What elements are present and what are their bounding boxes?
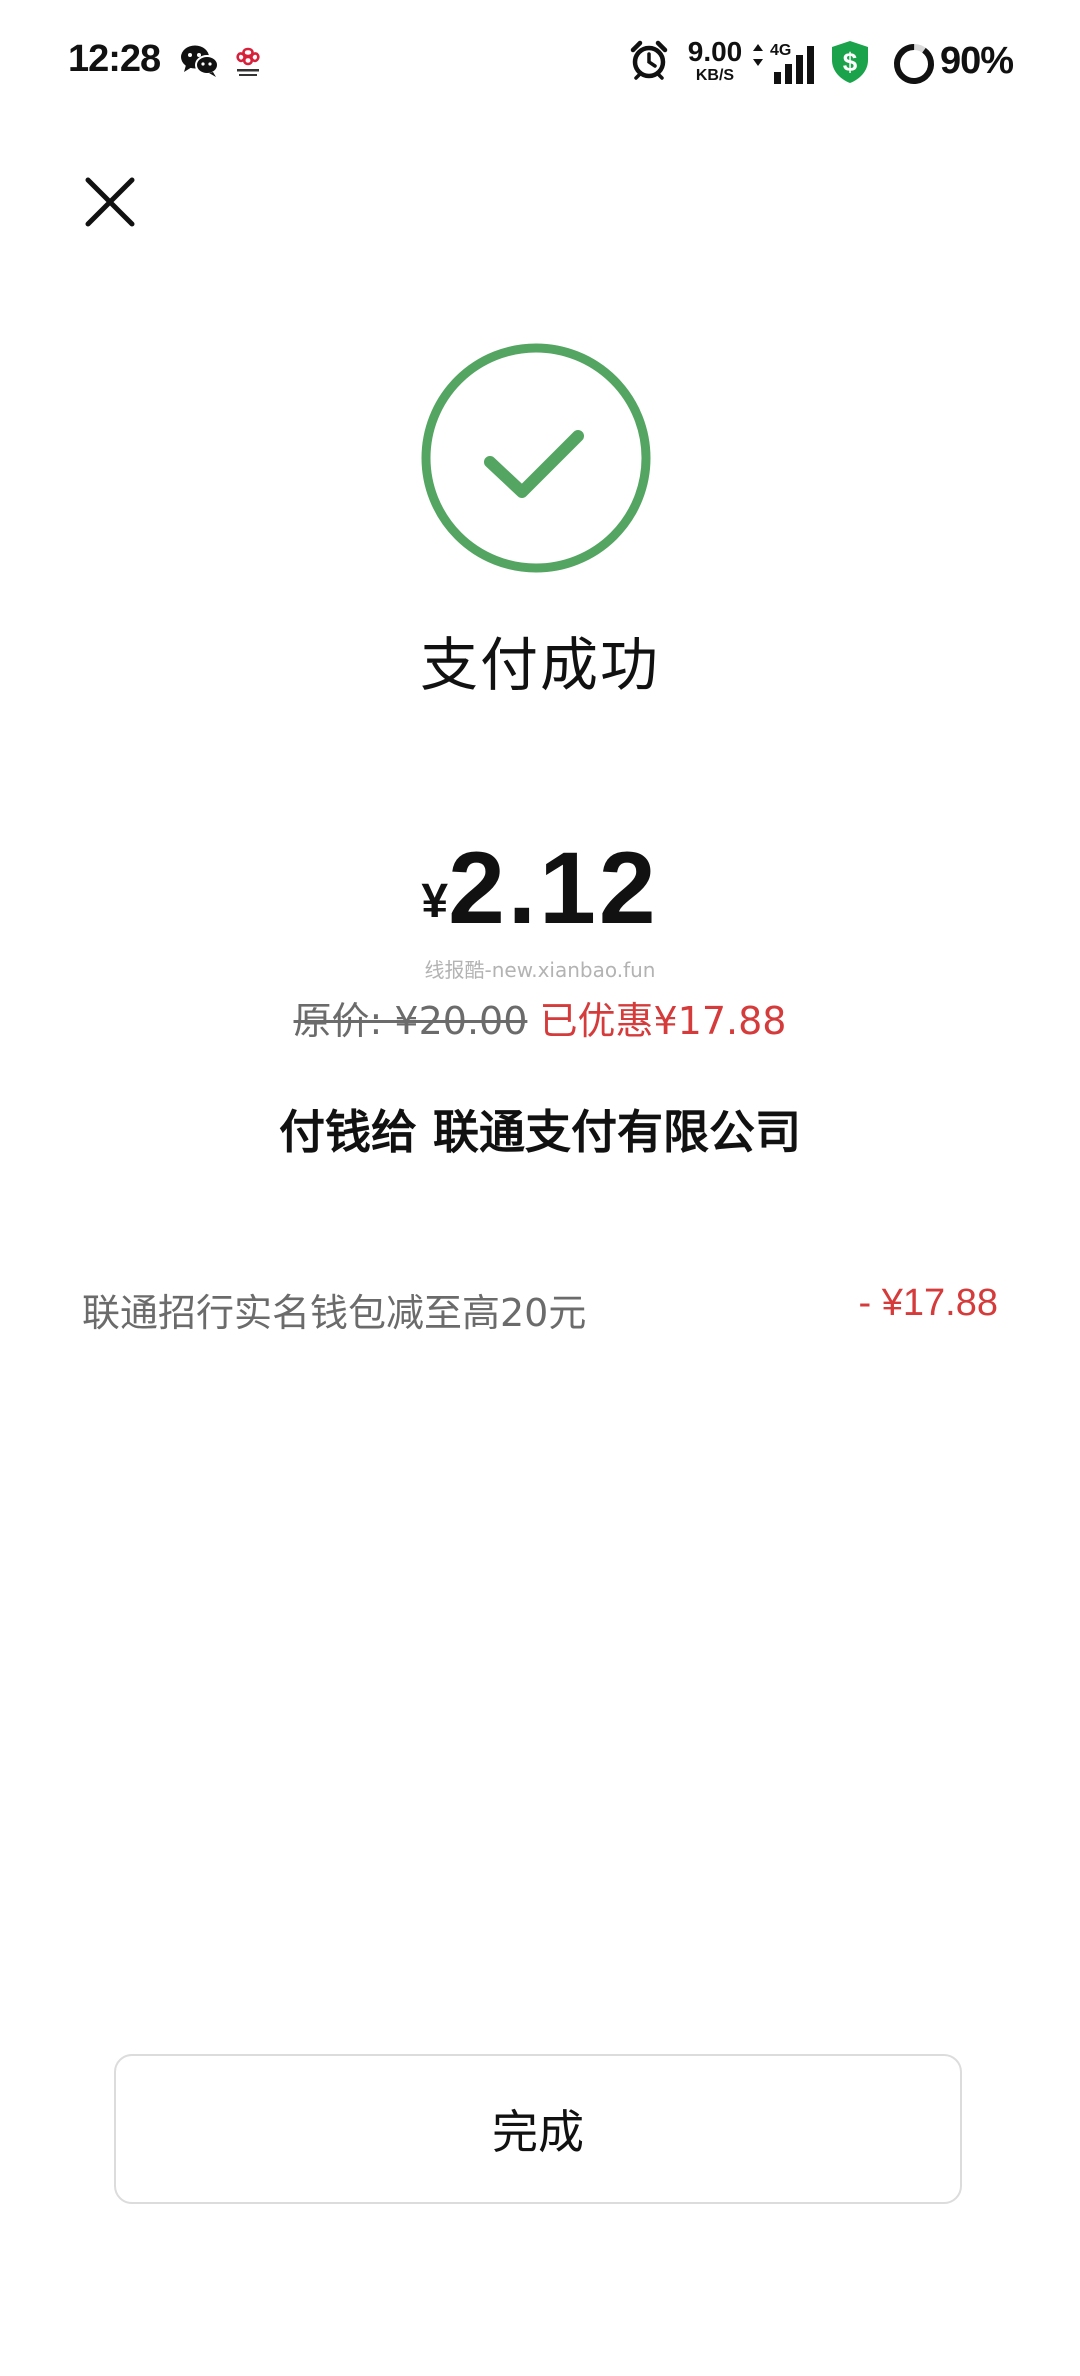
discount-detail-name: 联通招行实名钱包减至高20元 <box>82 1291 587 1335</box>
battery-percent: 90% <box>940 40 1014 82</box>
status-time: 12:28 <box>68 38 161 80</box>
done-button[interactable]: 完成 <box>114 2054 962 2204</box>
done-button-label: 完成 <box>492 2105 584 2159</box>
payee: 付钱给 联通支付有限公司 <box>278 1105 801 1159</box>
wechat-icon <box>180 44 220 82</box>
check-circle-icon <box>418 340 654 576</box>
paid-amount: ¥2.12 <box>0 830 1080 947</box>
data-arrows-icon <box>752 44 764 70</box>
net-speed-value: 9.00 <box>687 36 743 67</box>
discount-total: 已优惠¥17.88 <box>539 999 787 1043</box>
battery-ring-icon <box>892 42 936 90</box>
shield-dollar-icon: $ <box>830 40 870 88</box>
discount-detail-row: 联通招行实名钱包减至高20元 - ¥17.88 <box>82 1282 998 1338</box>
amount-currency: ¥ <box>421 875 449 928</box>
close-icon <box>85 177 135 227</box>
status-bar: 12:28 9.00 KB/S 4G $ 90% <box>0 0 1080 130</box>
price-summary: 原价: ¥20.00 已优惠¥17.88 <box>0 990 1080 1045</box>
net-speed: 9.00 KB/S <box>684 38 746 84</box>
signal-icon <box>772 44 816 88</box>
china-unicom-icon <box>234 46 262 82</box>
original-price: 原价: ¥20.00 <box>293 999 528 1043</box>
discount-detail-amount: - ¥17.88 <box>858 1282 998 1324</box>
net-speed-unit: KB/S <box>695 67 735 84</box>
alarm-icon <box>630 40 668 84</box>
result-title: 支付成功 <box>419 631 660 699</box>
svg-text:$: $ <box>843 47 858 77</box>
amount-value: 2.12 <box>448 831 659 945</box>
close-button[interactable] <box>80 172 140 232</box>
watermark-text: 线报酷-new.xianbao.fun <box>424 958 656 982</box>
